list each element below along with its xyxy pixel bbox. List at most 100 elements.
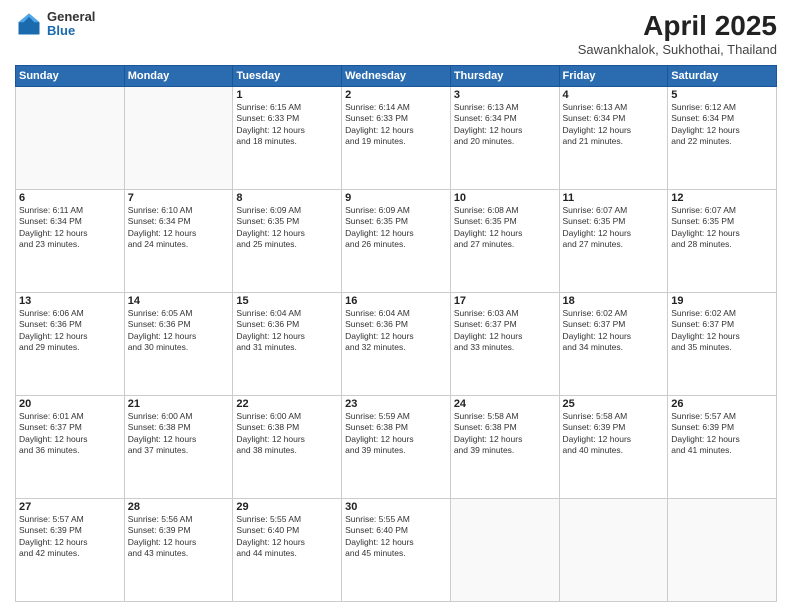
day-info: Sunrise: 6:12 AM Sunset: 6:34 PM Dayligh… [671,102,773,148]
day-info: Sunrise: 6:05 AM Sunset: 6:36 PM Dayligh… [128,308,230,354]
main-title: April 2025 [578,10,777,42]
day-info: Sunrise: 5:59 AM Sunset: 6:38 PM Dayligh… [345,411,447,457]
day-number: 13 [19,295,121,307]
calendar-cell-w5-d5 [559,499,668,602]
calendar-cell-w2-d0: 6Sunrise: 6:11 AM Sunset: 6:34 PM Daylig… [16,190,125,293]
calendar-cell-w3-d1: 14Sunrise: 6:05 AM Sunset: 6:36 PM Dayli… [124,293,233,396]
calendar-cell-w1-d2: 1Sunrise: 6:15 AM Sunset: 6:33 PM Daylig… [233,87,342,190]
calendar-week-2: 6Sunrise: 6:11 AM Sunset: 6:34 PM Daylig… [16,190,777,293]
calendar-cell-w3-d0: 13Sunrise: 6:06 AM Sunset: 6:36 PM Dayli… [16,293,125,396]
day-number: 3 [454,89,556,101]
day-info: Sunrise: 5:57 AM Sunset: 6:39 PM Dayligh… [671,411,773,457]
day-info: Sunrise: 6:09 AM Sunset: 6:35 PM Dayligh… [236,205,338,251]
calendar-cell-w4-d3: 23Sunrise: 5:59 AM Sunset: 6:38 PM Dayli… [342,396,451,499]
day-number: 20 [19,398,121,410]
day-number: 9 [345,192,447,204]
day-number: 1 [236,89,338,101]
col-thursday: Thursday [450,66,559,87]
calendar-cell-w1-d5: 4Sunrise: 6:13 AM Sunset: 6:34 PM Daylig… [559,87,668,190]
day-number: 10 [454,192,556,204]
calendar-cell-w5-d3: 30Sunrise: 5:55 AM Sunset: 6:40 PM Dayli… [342,499,451,602]
day-number: 17 [454,295,556,307]
calendar-cell-w5-d6 [668,499,777,602]
day-info: Sunrise: 5:57 AM Sunset: 6:39 PM Dayligh… [19,514,121,560]
day-number: 26 [671,398,773,410]
day-info: Sunrise: 6:00 AM Sunset: 6:38 PM Dayligh… [128,411,230,457]
logo: General Blue [15,10,95,39]
day-info: Sunrise: 6:01 AM Sunset: 6:37 PM Dayligh… [19,411,121,457]
day-number: 27 [19,501,121,513]
calendar-cell-w4-d5: 25Sunrise: 5:58 AM Sunset: 6:39 PM Dayli… [559,396,668,499]
day-number: 18 [563,295,665,307]
calendar-week-1: 1Sunrise: 6:15 AM Sunset: 6:33 PM Daylig… [16,87,777,190]
calendar-cell-w2-d2: 8Sunrise: 6:09 AM Sunset: 6:35 PM Daylig… [233,190,342,293]
calendar-cell-w3-d2: 15Sunrise: 6:04 AM Sunset: 6:36 PM Dayli… [233,293,342,396]
day-number: 11 [563,192,665,204]
logo-general-text: General [47,10,95,24]
day-info: Sunrise: 6:08 AM Sunset: 6:35 PM Dayligh… [454,205,556,251]
day-number: 7 [128,192,230,204]
day-number: 25 [563,398,665,410]
calendar-week-3: 13Sunrise: 6:06 AM Sunset: 6:36 PM Dayli… [16,293,777,396]
col-friday: Friday [559,66,668,87]
day-info: Sunrise: 6:07 AM Sunset: 6:35 PM Dayligh… [671,205,773,251]
calendar-week-5: 27Sunrise: 5:57 AM Sunset: 6:39 PM Dayli… [16,499,777,602]
day-info: Sunrise: 6:14 AM Sunset: 6:33 PM Dayligh… [345,102,447,148]
day-number: 23 [345,398,447,410]
logo-text: General Blue [47,10,95,39]
calendar-cell-w3-d4: 17Sunrise: 6:03 AM Sunset: 6:37 PM Dayli… [450,293,559,396]
day-info: Sunrise: 6:04 AM Sunset: 6:36 PM Dayligh… [236,308,338,354]
col-sunday: Sunday [16,66,125,87]
day-number: 4 [563,89,665,101]
calendar-cell-w2-d3: 9Sunrise: 6:09 AM Sunset: 6:35 PM Daylig… [342,190,451,293]
day-number: 12 [671,192,773,204]
calendar-cell-w2-d4: 10Sunrise: 6:08 AM Sunset: 6:35 PM Dayli… [450,190,559,293]
day-number: 29 [236,501,338,513]
day-info: Sunrise: 6:07 AM Sunset: 6:35 PM Dayligh… [563,205,665,251]
col-tuesday: Tuesday [233,66,342,87]
col-monday: Monday [124,66,233,87]
day-info: Sunrise: 5:58 AM Sunset: 6:39 PM Dayligh… [563,411,665,457]
day-info: Sunrise: 6:10 AM Sunset: 6:34 PM Dayligh… [128,205,230,251]
day-info: Sunrise: 6:02 AM Sunset: 6:37 PM Dayligh… [563,308,665,354]
day-info: Sunrise: 5:55 AM Sunset: 6:40 PM Dayligh… [345,514,447,560]
calendar-cell-w1-d3: 2Sunrise: 6:14 AM Sunset: 6:33 PM Daylig… [342,87,451,190]
calendar-cell-w5-d4 [450,499,559,602]
calendar-cell-w4-d4: 24Sunrise: 5:58 AM Sunset: 6:38 PM Dayli… [450,396,559,499]
calendar-cell-w5-d1: 28Sunrise: 5:56 AM Sunset: 6:39 PM Dayli… [124,499,233,602]
day-number: 8 [236,192,338,204]
calendar-table: Sunday Monday Tuesday Wednesday Thursday… [15,65,777,602]
calendar-cell-w3-d5: 18Sunrise: 6:02 AM Sunset: 6:37 PM Dayli… [559,293,668,396]
calendar-cell-w3-d3: 16Sunrise: 6:04 AM Sunset: 6:36 PM Dayli… [342,293,451,396]
day-number: 2 [345,89,447,101]
day-number: 19 [671,295,773,307]
calendar-cell-w5-d0: 27Sunrise: 5:57 AM Sunset: 6:39 PM Dayli… [16,499,125,602]
day-info: Sunrise: 6:00 AM Sunset: 6:38 PM Dayligh… [236,411,338,457]
day-number: 21 [128,398,230,410]
day-info: Sunrise: 5:58 AM Sunset: 6:38 PM Dayligh… [454,411,556,457]
calendar-cell-w2-d6: 12Sunrise: 6:07 AM Sunset: 6:35 PM Dayli… [668,190,777,293]
calendar-week-4: 20Sunrise: 6:01 AM Sunset: 6:37 PM Dayli… [16,396,777,499]
calendar-cell-w1-d4: 3Sunrise: 6:13 AM Sunset: 6:34 PM Daylig… [450,87,559,190]
day-info: Sunrise: 6:13 AM Sunset: 6:34 PM Dayligh… [454,102,556,148]
calendar-cell-w4-d0: 20Sunrise: 6:01 AM Sunset: 6:37 PM Dayli… [16,396,125,499]
calendar-cell-w1-d1 [124,87,233,190]
logo-blue-text: Blue [47,24,95,38]
calendar-cell-w4-d2: 22Sunrise: 6:00 AM Sunset: 6:38 PM Dayli… [233,396,342,499]
calendar-cell-w3-d6: 19Sunrise: 6:02 AM Sunset: 6:37 PM Dayli… [668,293,777,396]
calendar-cell-w2-d1: 7Sunrise: 6:10 AM Sunset: 6:34 PM Daylig… [124,190,233,293]
day-number: 30 [345,501,447,513]
day-info: Sunrise: 6:09 AM Sunset: 6:35 PM Dayligh… [345,205,447,251]
day-info: Sunrise: 6:03 AM Sunset: 6:37 PM Dayligh… [454,308,556,354]
calendar-header-row: Sunday Monday Tuesday Wednesday Thursday… [16,66,777,87]
day-number: 14 [128,295,230,307]
col-saturday: Saturday [668,66,777,87]
day-number: 15 [236,295,338,307]
day-number: 5 [671,89,773,101]
day-info: Sunrise: 6:15 AM Sunset: 6:33 PM Dayligh… [236,102,338,148]
calendar-cell-w2-d5: 11Sunrise: 6:07 AM Sunset: 6:35 PM Dayli… [559,190,668,293]
col-wednesday: Wednesday [342,66,451,87]
subtitle: Sawankhalok, Sukhothai, Thailand [578,42,777,57]
header: General Blue April 2025 Sawankhalok, Suk… [15,10,777,57]
calendar-cell-w4-d6: 26Sunrise: 5:57 AM Sunset: 6:39 PM Dayli… [668,396,777,499]
